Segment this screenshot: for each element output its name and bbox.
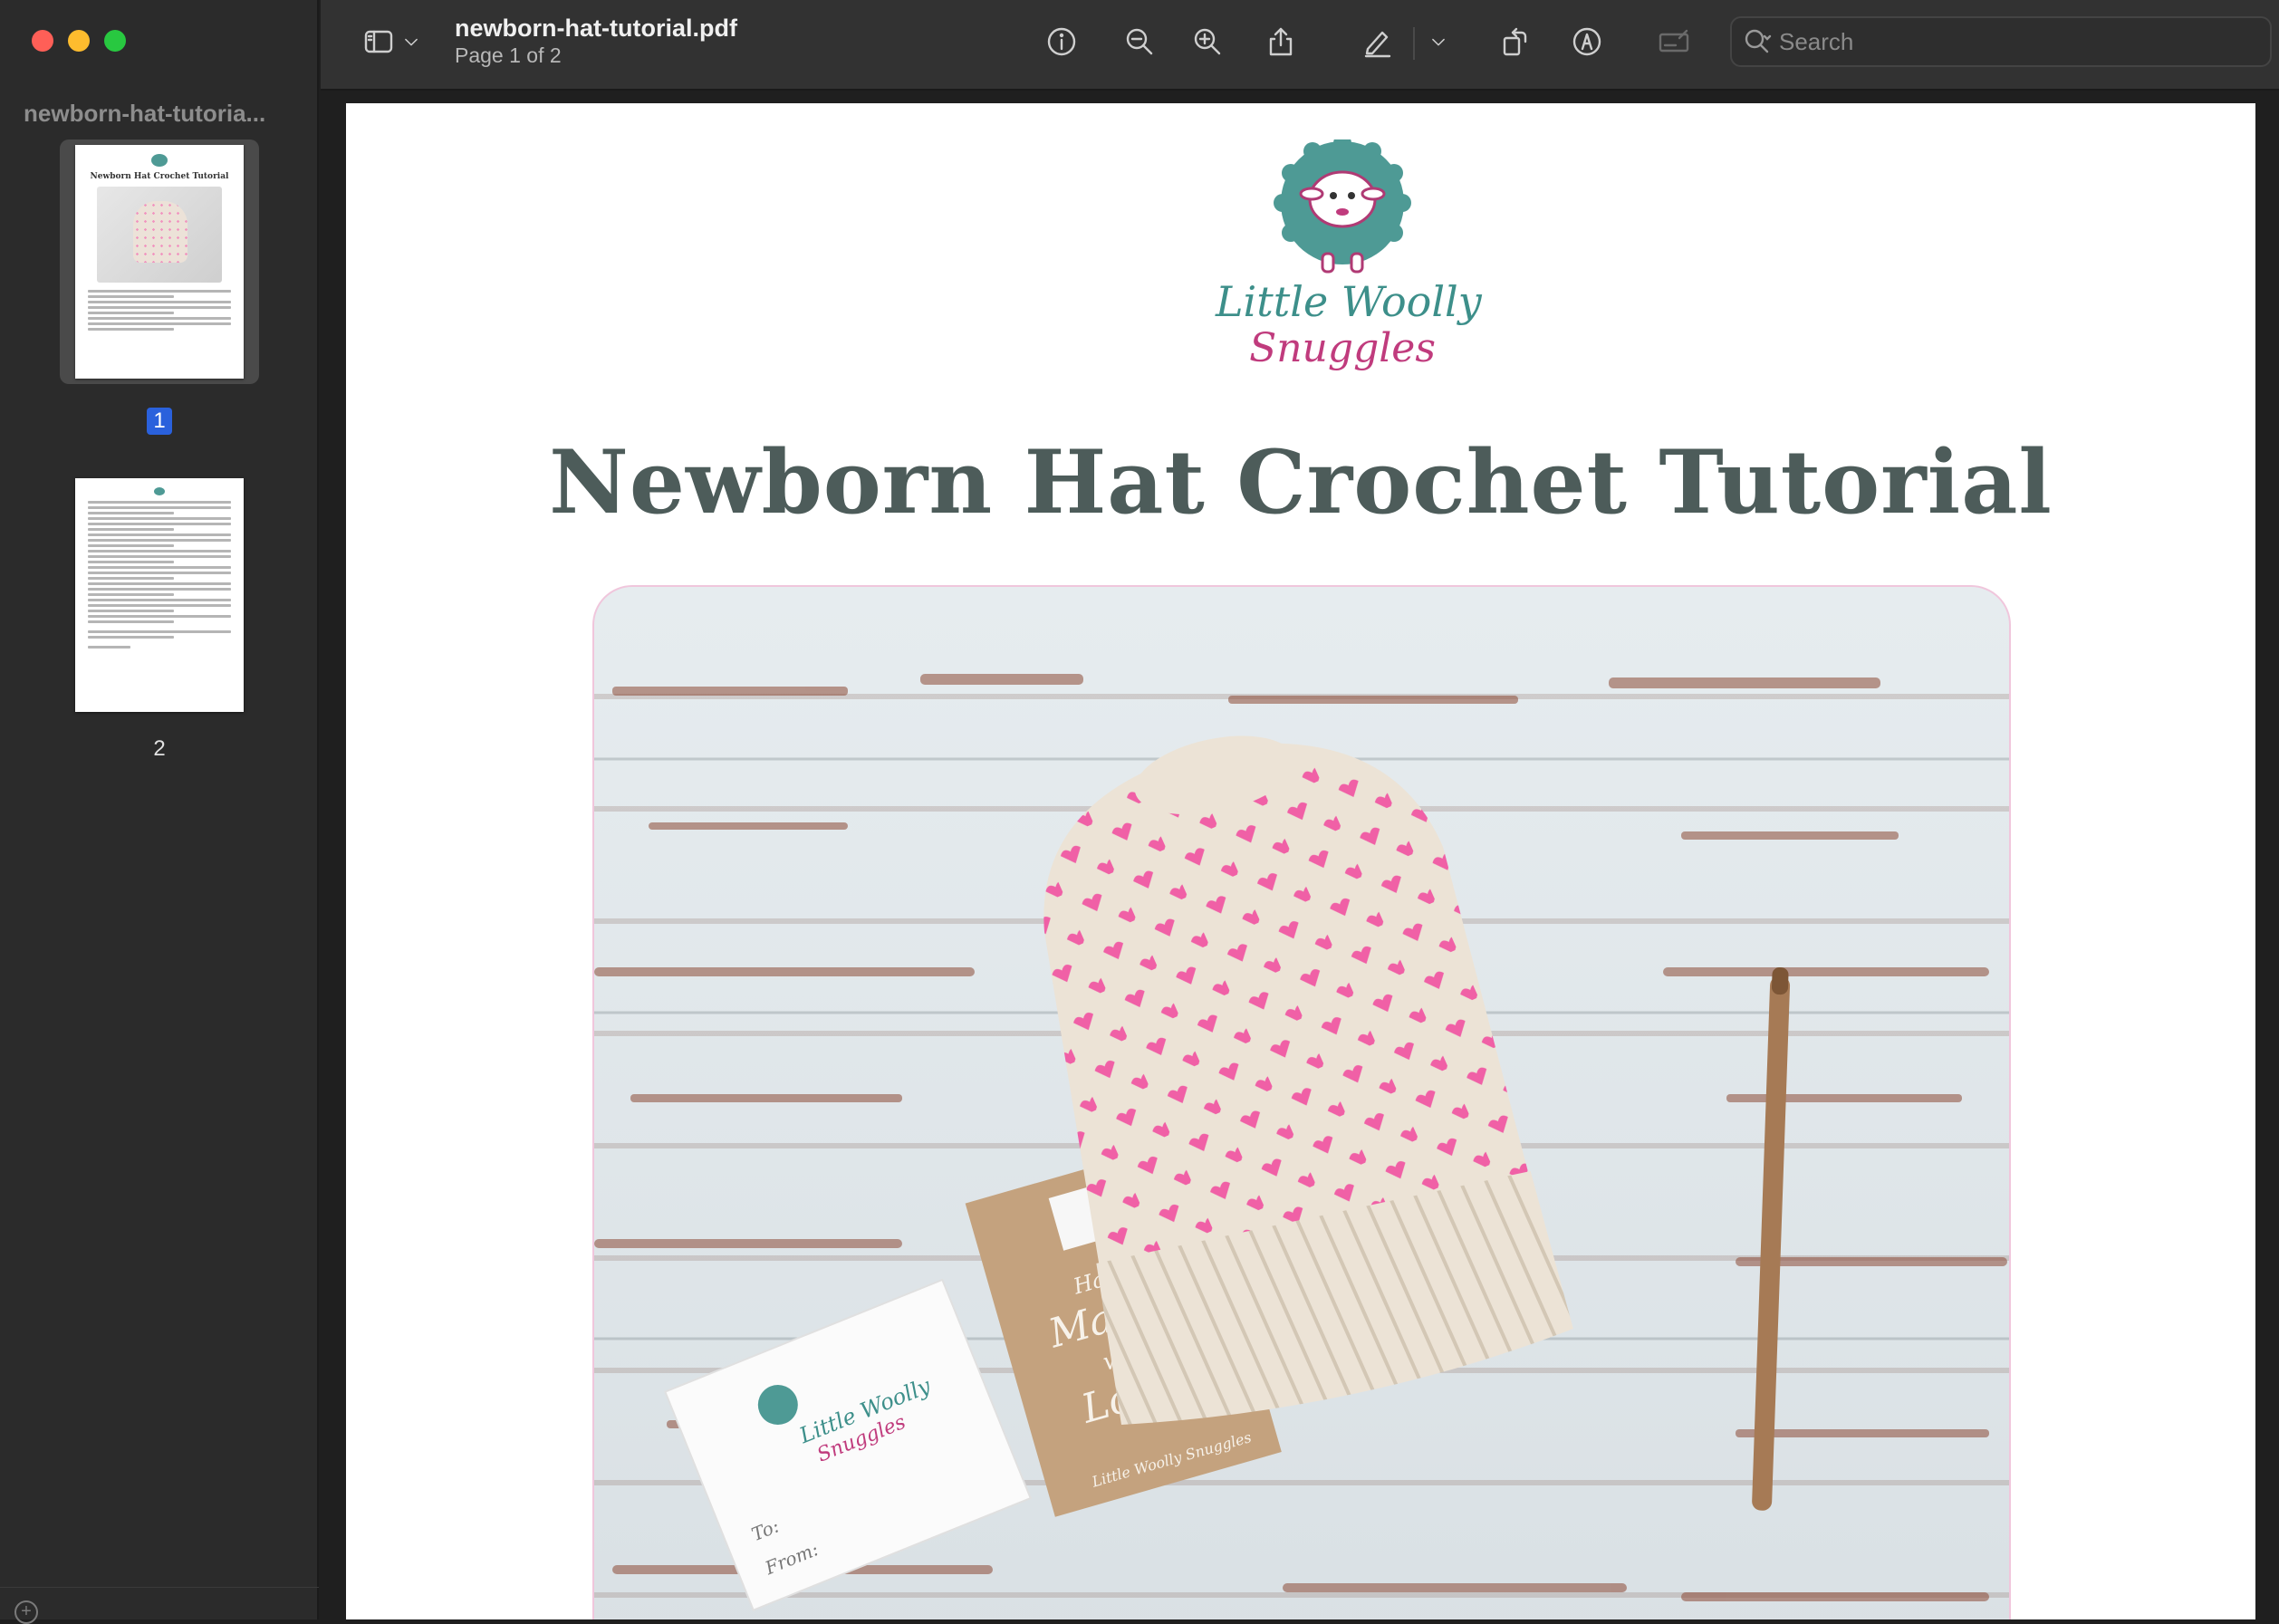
signature-icon[interactable] — [1652, 20, 1696, 63]
logo-text-line1: Little Woolly — [1216, 277, 1482, 326]
page-number-1: 1 — [0, 408, 319, 435]
search-input[interactable] — [1777, 26, 2248, 57]
markup-chevron-down-icon[interactable] — [1426, 20, 1451, 63]
thumbnail-page-1-image: Newborn Hat Crochet Tutorial — [75, 145, 244, 379]
zoom-out-icon[interactable] — [1118, 20, 1161, 63]
chevron-down-icon[interactable] — [399, 20, 424, 63]
search-icon — [1745, 29, 1772, 53]
page-indicator: Page 1 of 2 — [455, 43, 562, 67]
minimize-window-button[interactable] — [68, 30, 90, 52]
page-thumbnail-2[interactable] — [60, 473, 259, 717]
annotate-icon[interactable] — [1565, 20, 1609, 63]
close-window-button[interactable] — [32, 30, 53, 52]
pdf-page-1: Little Woolly Snuggles Newborn Hat Croch… — [346, 103, 2255, 1619]
share-icon[interactable] — [1259, 20, 1303, 63]
zoom-window-button[interactable] — [104, 30, 126, 52]
brand-logo: Little Woolly Snuggles — [1216, 134, 1482, 384]
sidebar-document-title: newborn-hat-tutoria... — [24, 100, 266, 127]
window-controls — [32, 30, 126, 52]
toolbar: newborn-hat-tutorial.pdf Page 1 of 2 — [321, 0, 2279, 91]
mini-title: Newborn Hat Crochet Tutorial — [90, 172, 229, 181]
thumbnail-sidebar: newborn-hat-tutoria... Newborn Hat Croch… — [0, 0, 319, 1624]
info-icon[interactable] — [1040, 20, 1083, 63]
sidebar-footer: + — [0, 1587, 319, 1624]
document-viewer[interactable]: Little Woolly Snuggles Newborn Hat Croch… — [321, 92, 2279, 1619]
sheep-logo-icon — [1274, 134, 1411, 274]
rotate-icon[interactable] — [1493, 20, 1536, 63]
document-filename: newborn-hat-tutorial.pdf — [455, 14, 737, 42]
hat-photo: Little Woolly Snuggles To: From: Hand Ma… — [592, 585, 2011, 1619]
mini-logo-icon — [151, 154, 168, 167]
search-field[interactable] — [1730, 16, 2272, 67]
document-heading: Newborn Hat Crochet Tutorial — [549, 431, 2053, 533]
zoom-in-icon[interactable] — [1186, 20, 1229, 63]
mini-photo — [97, 187, 222, 283]
thumbnail-page-2-image — [75, 478, 244, 712]
add-icon[interactable]: + — [14, 1600, 38, 1624]
sidebar-toggle-icon[interactable] — [357, 20, 400, 63]
logo-text-line2: Snuggles — [1249, 325, 1436, 371]
page-number-2: 2 — [153, 736, 166, 761]
markup-pen-icon[interactable] — [1355, 20, 1399, 63]
page-thumbnail-1[interactable]: Newborn Hat Crochet Tutorial — [60, 139, 259, 384]
